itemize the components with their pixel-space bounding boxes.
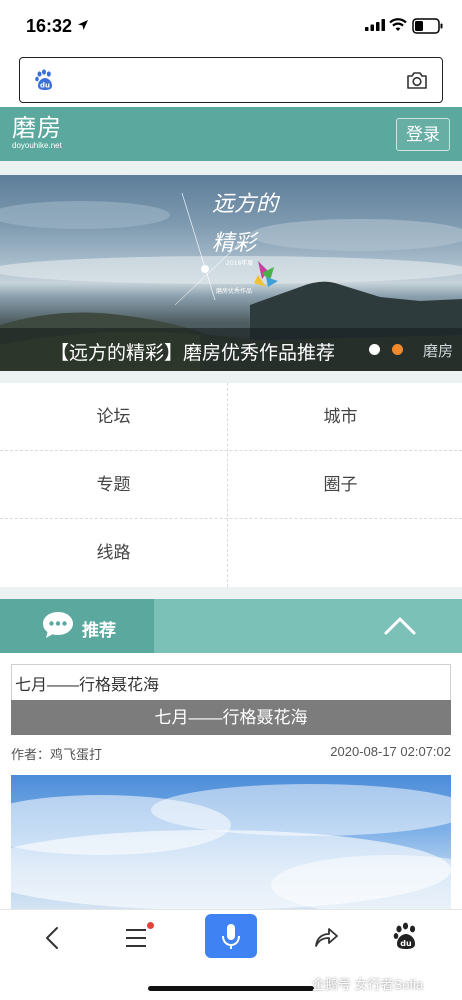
url-bar[interactable]: du	[19, 57, 443, 103]
carousel-dot[interactable]	[369, 344, 380, 355]
share-icon[interactable]	[313, 925, 339, 949]
section-divider	[0, 371, 462, 383]
site-logo-text: 磨房	[12, 114, 62, 142]
nav-grid: 论坛 城市 专题 圈子 线路	[0, 383, 462, 587]
sky-clouds-image	[11, 784, 451, 915]
nav-item-route[interactable]: 线路	[0, 519, 227, 587]
nav-item-forum[interactable]: 论坛	[0, 383, 227, 451]
nav-divider	[0, 450, 462, 451]
banner-watermark: 磨房	[423, 343, 454, 360]
camera-icon[interactable]	[406, 70, 428, 90]
nav-item-topic[interactable]: 专题	[0, 451, 227, 519]
article-card[interactable]: 七月——行格聂花海	[11, 664, 451, 700]
site-logo-domain: doyouhike.net	[12, 141, 62, 150]
carousel-dot-active[interactable]	[392, 344, 403, 355]
banner-art-text-3: 2018年度	[226, 259, 253, 267]
article-title[interactable]: 七月——行格聂花海	[15, 671, 159, 695]
article-image[interactable]	[11, 775, 451, 915]
recommend-bar: 推荐	[0, 599, 462, 653]
source-watermark: 企鹅号 女行者Sofia	[312, 977, 424, 992]
recommend-label: 推荐	[82, 621, 116, 640]
url-input[interactable]	[66, 66, 386, 94]
baidu-paw-icon[interactable]: du	[393, 922, 419, 950]
section-divider	[0, 587, 462, 599]
battery-icon	[412, 18, 443, 34]
back-icon[interactable]	[42, 925, 64, 951]
banner-art-text-4: 磨房优秀作品	[216, 287, 252, 295]
article-title-bar[interactable]: 七月——行格聂花海	[11, 700, 451, 735]
chevron-up-icon[interactable]	[383, 614, 417, 636]
banner-art-text-1: 远方的	[212, 192, 281, 217]
nav-divider	[227, 383, 228, 587]
svg-text:du: du	[400, 939, 412, 948]
nav-item-circle[interactable]: 圈子	[227, 451, 454, 519]
chat-bubble-icon	[43, 612, 73, 638]
site-header: 磨房 doyouhike.net 登录	[0, 107, 462, 161]
cellular-signal-icon	[365, 19, 385, 31]
recommend-tab[interactable]: 推荐	[0, 599, 154, 653]
menu-icon[interactable]	[124, 926, 150, 950]
location-arrow-icon	[78, 20, 88, 30]
nav-divider	[0, 518, 462, 519]
status-bar: 16:32	[0, 0, 462, 52]
notification-dot	[147, 922, 154, 929]
article-date: 2020-08-17 02:07:02	[330, 744, 451, 759]
wifi-icon	[389, 18, 407, 31]
nav-item-city[interactable]: 城市	[227, 383, 454, 451]
status-time: 16:32	[26, 16, 73, 36]
svg-text:du: du	[40, 82, 50, 90]
home-indicator[interactable]	[148, 986, 314, 991]
voice-search-button[interactable]	[205, 914, 257, 958]
baidu-du-icon: du	[35, 69, 52, 90]
banner-caption[interactable]: 【远方的精彩】磨房优秀作品推荐	[50, 338, 335, 365]
article-author: 作者：鸡飞蛋打	[11, 747, 103, 762]
section-divider	[0, 161, 462, 175]
site-logo[interactable]: 磨房 doyouhike.net	[12, 115, 62, 151]
banner-art-text-2: 精彩	[212, 231, 259, 256]
login-button[interactable]: 登录	[396, 118, 450, 151]
microphone-icon	[222, 924, 240, 949]
